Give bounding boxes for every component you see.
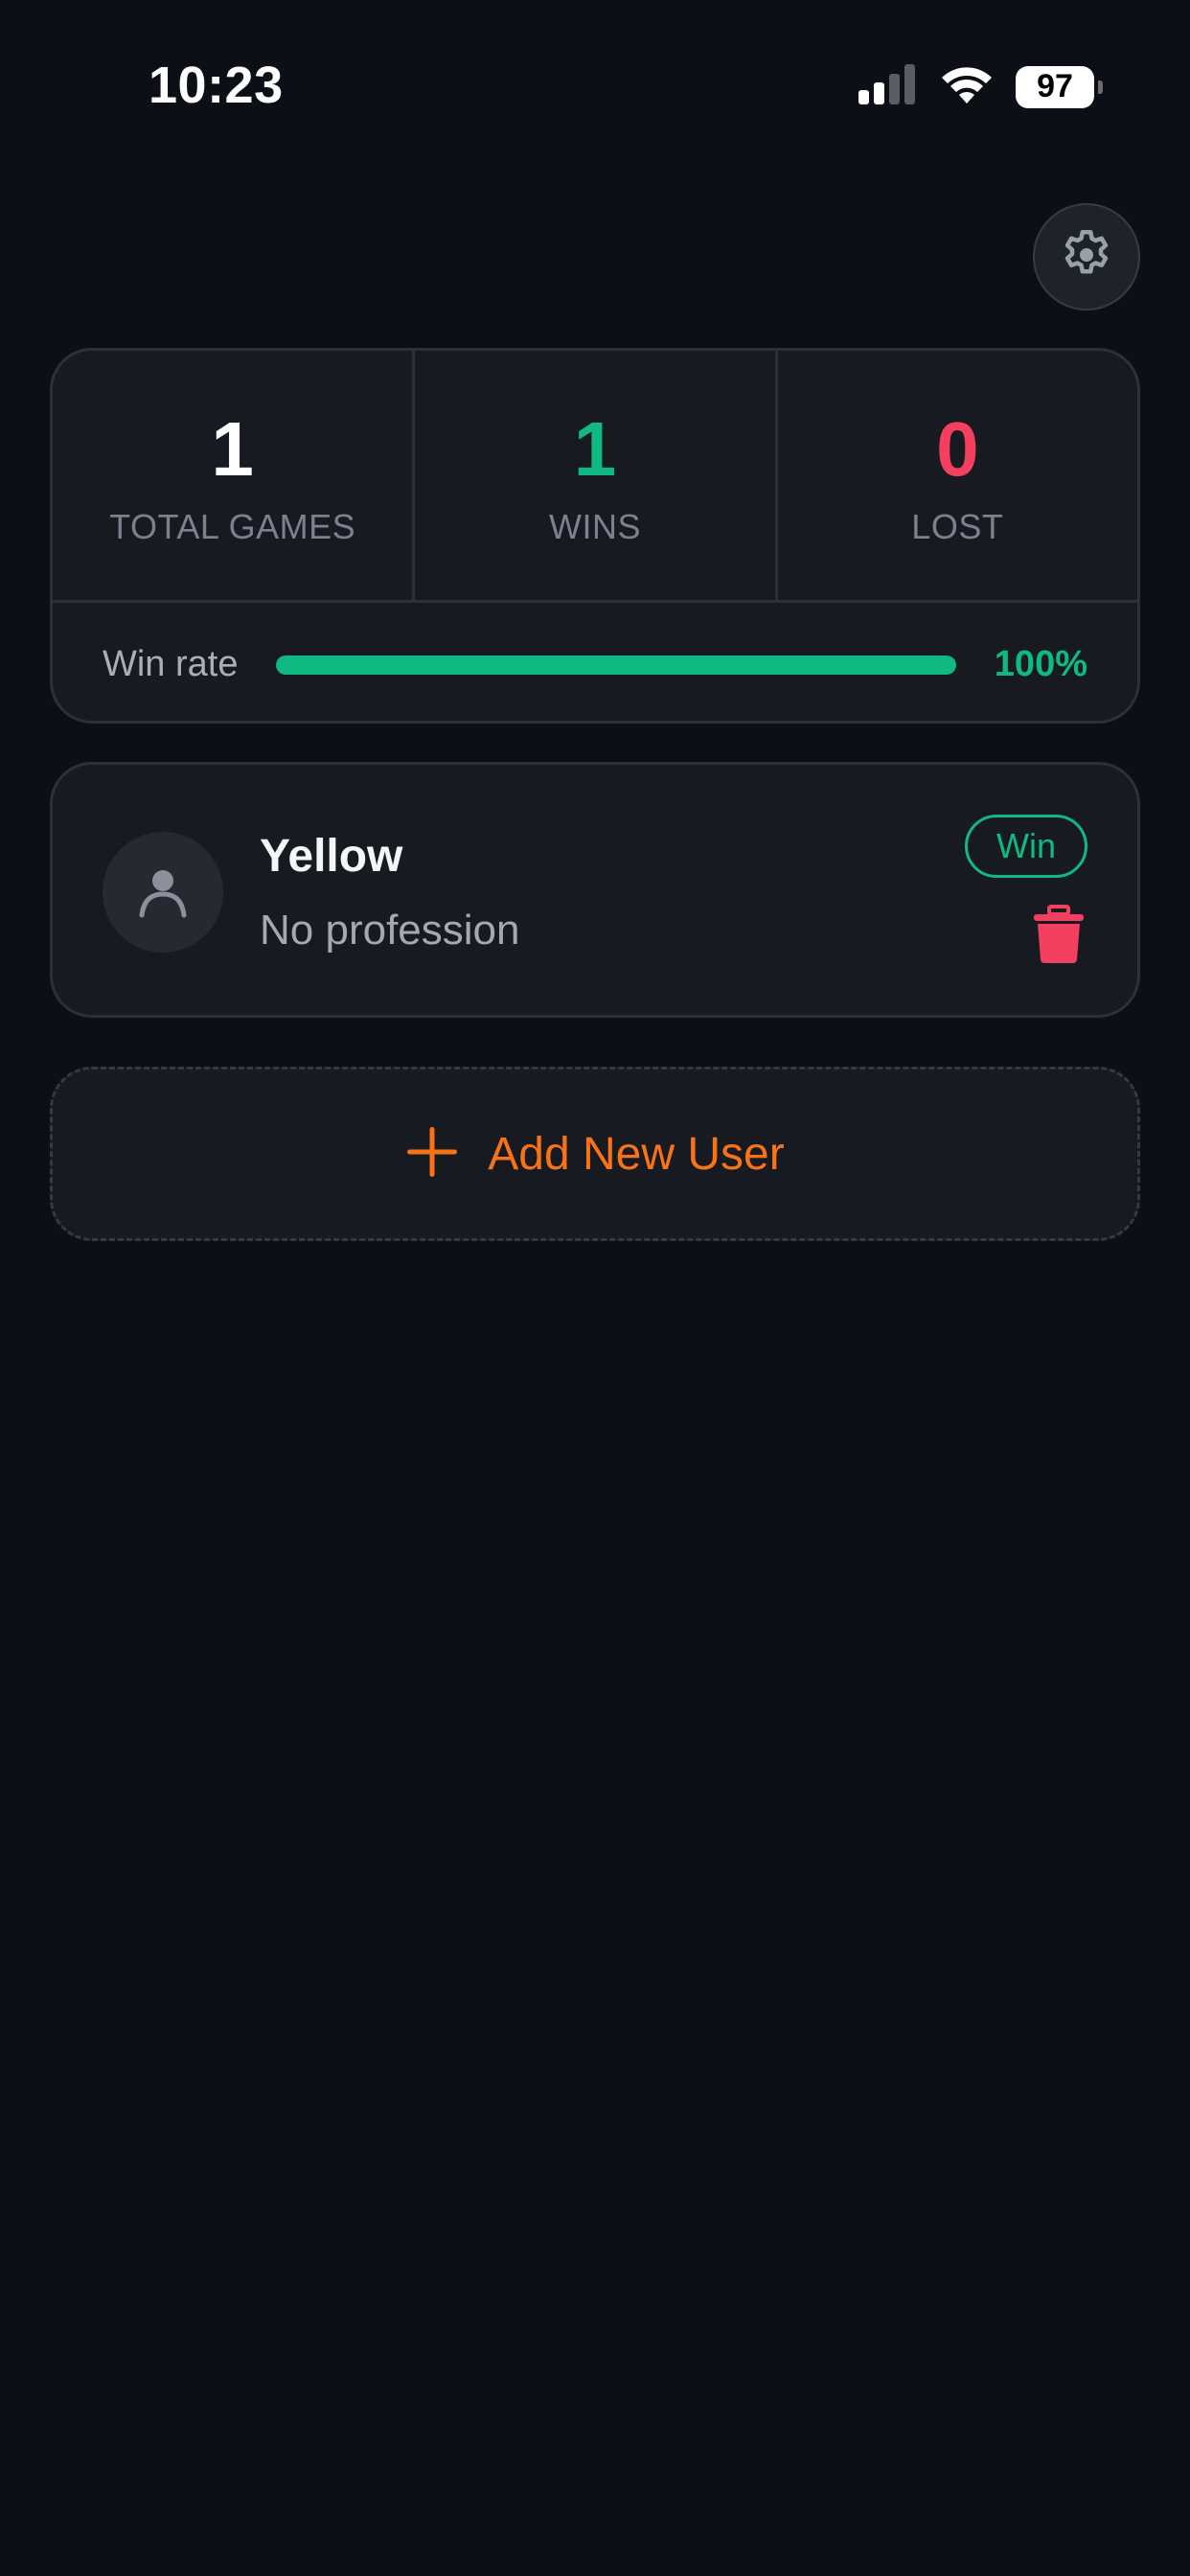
user-name: Yellow	[260, 831, 403, 882]
stat-wins: 1 WINS	[415, 351, 778, 600]
stats-card: 1 TOTAL GAMES 1 WINS 0 LOST Win rate 100…	[50, 348, 1140, 724]
wins-value: 1	[573, 406, 617, 492]
battery-cap	[1098, 80, 1103, 94]
status-icons: 97	[858, 63, 1103, 110]
settings-button[interactable]	[1033, 203, 1140, 310]
total-games-label: TOTAL GAMES	[109, 507, 356, 546]
win-rate-value: 100%	[994, 644, 1087, 684]
wifi-icon	[939, 63, 995, 110]
status-bar: 10:23 97	[0, 0, 1190, 172]
win-rate-bar	[276, 655, 956, 675]
win-badge[interactable]: Win	[965, 815, 1087, 878]
battery-level: 97	[1037, 68, 1073, 104]
win-rate-row: Win rate 100%	[53, 603, 1137, 721]
lost-label: LOST	[911, 507, 1004, 546]
stats-row: 1 TOTAL GAMES 1 WINS 0 LOST	[53, 351, 1137, 603]
add-new-user-button[interactable]: Add New User	[50, 1067, 1140, 1241]
add-new-user-label: Add New User	[488, 1128, 785, 1180]
plus-icon	[405, 1125, 459, 1184]
win-rate-label: Win rate	[103, 644, 239, 684]
wins-label: WINS	[548, 507, 641, 546]
user-profession: No profession	[260, 907, 520, 954]
gear-icon	[1058, 226, 1115, 288]
status-time: 10:23	[149, 57, 284, 114]
avatar	[103, 832, 223, 953]
person-icon	[134, 862, 192, 924]
win-rate-bar-fill	[276, 655, 956, 675]
total-games-value: 1	[211, 406, 254, 492]
trash-icon	[1032, 904, 1086, 969]
stat-lost: 0 LOST	[778, 351, 1137, 600]
stat-total-games: 1 TOTAL GAMES	[53, 351, 416, 600]
delete-user-button[interactable]	[1030, 904, 1087, 969]
cellular-signal-icon	[858, 63, 918, 110]
battery-icon: 97	[1016, 65, 1103, 108]
user-card[interactable]: Yellow No profession Win	[50, 762, 1140, 1018]
lost-value: 0	[936, 406, 979, 492]
